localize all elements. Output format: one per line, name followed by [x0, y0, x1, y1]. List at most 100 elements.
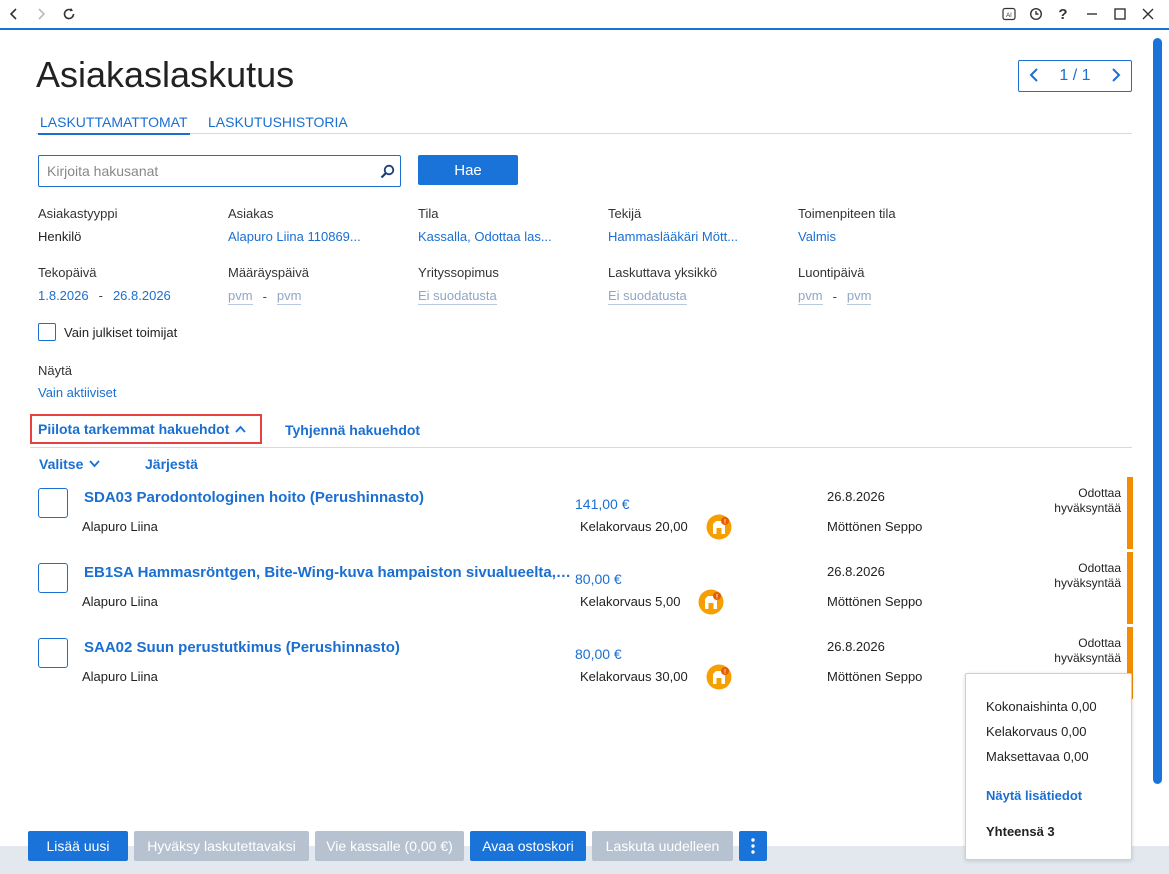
show-value[interactable]: Vain aktiiviset [38, 385, 117, 400]
filter-asiakastyyppi: Asiakastyyppi Henkilö [38, 206, 117, 244]
tab-laskuttamattomat[interactable]: LASKUTTAMATTOMAT [38, 114, 190, 135]
date-to[interactable]: 26.8.2026 [113, 288, 171, 303]
summary-total-price: Kokonaishinta 0,00 [986, 699, 1097, 714]
page-title: Asiakaslaskutus [36, 54, 295, 95]
status-bar [1127, 552, 1133, 624]
pager: 1 / 1 [1018, 60, 1132, 92]
search-button[interactable]: Hae [418, 155, 518, 185]
kela-warning-icon: ! [698, 589, 724, 615]
date-to[interactable]: pvm [846, 288, 872, 305]
clear-filters-link[interactable]: Tyhjennä hakuehdot [285, 422, 420, 438]
row-doer: Möttönen Seppo [827, 594, 923, 609]
date-from[interactable]: pvm [228, 288, 253, 305]
filter-value[interactable]: Kassalla, Odottaa las... [418, 229, 552, 244]
hide-advanced-link[interactable]: Piilota tarkemmat hakuehdot [30, 414, 262, 444]
svg-text:AI: AI [1006, 13, 1012, 19]
row-checkbox[interactable] [38, 563, 68, 593]
approve-button[interactable]: Hyväksy laskutettavaksi [134, 831, 309, 861]
window-toolbar: AI ? [0, 0, 1169, 30]
row-date: 26.8.2026 [827, 489, 885, 504]
range-separator: - [262, 289, 267, 304]
summary-count: Yhteensä 3 [986, 824, 1055, 839]
ai-icon[interactable]: AI [998, 3, 1020, 25]
vertical-scrollbar[interactable] [1153, 38, 1162, 784]
filter-value[interactable]: Ei suodatusta [608, 288, 687, 305]
open-cart-button[interactable]: Avaa ostoskori [470, 831, 586, 861]
search-box [38, 155, 401, 187]
row-title[interactable]: SAA02 Suun perustutkimus (Perushinnasto) [84, 639, 400, 656]
row-checkbox[interactable] [38, 488, 68, 518]
list-item[interactable]: EB1SA Hammasröntgen, Bite-Wing-kuva hamp… [30, 552, 1133, 624]
filter-label: Yrityssopimus [418, 265, 499, 280]
filter-luontipaiva: Luontipäivä pvm - pvm [798, 265, 872, 305]
sort-link[interactable]: Järjestä [145, 456, 198, 472]
list-item[interactable]: SDA03 Parodontologinen hoito (Perushinna… [30, 477, 1133, 549]
status-badge: Odottaa hyväksyntää [1054, 486, 1121, 515]
filter-value[interactable]: Valmis [798, 229, 896, 244]
date-to[interactable]: pvm [276, 288, 302, 305]
range-separator: - [98, 288, 103, 303]
status-bar [1127, 477, 1133, 549]
filter-label: Asiakas [228, 206, 274, 221]
help-icon[interactable]: ? [1052, 3, 1074, 25]
close-icon[interactable] [1137, 3, 1159, 25]
filter-label: Asiakastyyppi [38, 206, 118, 221]
filter-maarayspaiva: Määräyspäivä pvm - pvm [228, 265, 309, 305]
minimize-icon[interactable] [1081, 3, 1103, 25]
filter-yrityssopimus: Yrityssopimus Ei suodatusta [418, 265, 499, 305]
row-price[interactable]: 80,00 € [575, 571, 622, 587]
refresh-icon[interactable] [58, 3, 80, 25]
filter-value[interactable]: Ei suodatusta [418, 288, 497, 305]
summary-payable: Maksettavaa 0,00 [986, 749, 1089, 764]
hide-advanced-label: Piilota tarkemmat hakuehdot [38, 421, 230, 437]
row-kela: Kelakorvaus 20,00 [580, 519, 688, 534]
back-arrow-icon[interactable] [3, 3, 25, 25]
date-from[interactable]: pvm [798, 288, 823, 305]
select-menu[interactable]: Valitse [39, 456, 101, 472]
chevron-right-icon[interactable] [1107, 66, 1125, 87]
row-price[interactable]: 141,00 € [575, 496, 630, 512]
more-vertical-icon[interactable] [739, 831, 767, 861]
maximize-icon[interactable] [1109, 3, 1131, 25]
public-only-checkbox[interactable] [38, 323, 56, 341]
status-badge: Odottaa hyväksyntää [1054, 561, 1121, 590]
history-icon[interactable] [1025, 3, 1047, 25]
row-kela: Kelakorvaus 30,00 [580, 669, 688, 684]
tab-bar: LASKUTTAMATTOMAT LASKUTUSHISTORIA [36, 112, 1132, 135]
svg-text:!: ! [724, 669, 726, 675]
to-cashier-button[interactable]: Vie kassalle (0,00 €) [315, 831, 464, 861]
rebill-button[interactable]: Laskuta uudelleen [592, 831, 733, 861]
public-only-option[interactable]: Vain julkiset toimijat [38, 323, 177, 341]
chevron-left-icon[interactable] [1025, 66, 1043, 87]
date-from[interactable]: 1.8.2026 [38, 288, 89, 303]
filter-label: Toimenpiteen tila [798, 206, 896, 221]
search-input[interactable] [39, 156, 374, 186]
range-separator: - [832, 289, 837, 304]
filter-laskuttava-yksikko: Laskuttava yksikkö Ei suodatusta [608, 265, 717, 305]
kela-warning-icon: ! [706, 664, 732, 690]
row-customer: Alapuro Liina [82, 669, 158, 684]
filter-label: Luontipäivä [798, 265, 865, 280]
row-kela: Kelakorvaus 5,00 [580, 594, 681, 609]
search-icon[interactable] [374, 164, 400, 179]
filter-toimenpiteen-tila: Toimenpiteen tila Valmis [798, 206, 896, 244]
row-checkbox[interactable] [38, 638, 68, 668]
row-date: 26.8.2026 [827, 564, 885, 579]
show-label: Näytä [38, 363, 72, 378]
filter-value[interactable]: Alapuro Liina 110869... [228, 229, 361, 244]
tab-laskutushistoria[interactable]: LASKUTUSHISTORIA [206, 114, 350, 133]
row-title[interactable]: EB1SA Hammasröntgen, Bite-Wing-kuva hamp… [84, 564, 574, 581]
public-only-label: Vain julkiset toimijat [64, 324, 178, 340]
show-more-link[interactable]: Näytä lisätiedot [986, 788, 1082, 803]
forward-arrow-icon[interactable] [30, 3, 52, 25]
filter-tekopaiva: Tekopäivä 1.8.2026 - 26.8.2026 [38, 265, 171, 303]
row-title[interactable]: SDA03 Parodontologinen hoito (Perushinna… [84, 489, 424, 506]
svg-text:!: ! [724, 519, 726, 525]
filter-label: Tila [418, 206, 439, 221]
filter-label: Määräyspäivä [228, 265, 309, 280]
add-new-button[interactable]: Lisää uusi [28, 831, 128, 861]
row-price[interactable]: 80,00 € [575, 646, 622, 662]
row-doer: Möttönen Seppo [827, 669, 923, 684]
filter-value[interactable]: Hammaslääkäri Mött... [608, 229, 738, 244]
filter-value[interactable]: Henkilö [38, 229, 117, 244]
